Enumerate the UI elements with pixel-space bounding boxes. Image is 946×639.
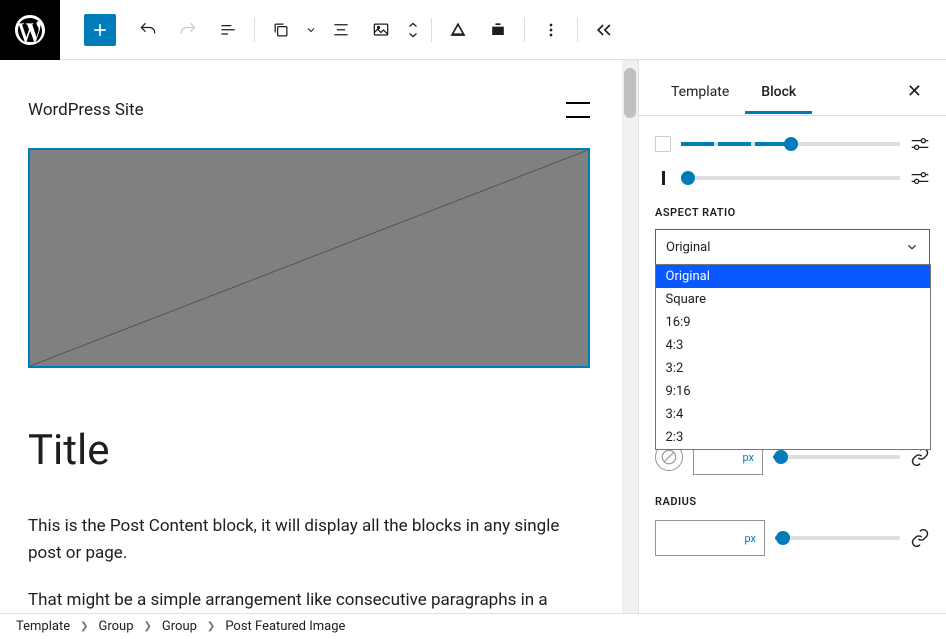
- dropdown-option[interactable]: 4:3: [656, 334, 930, 357]
- duotone-icon[interactable]: [440, 12, 476, 48]
- radius-slider[interactable]: [775, 536, 900, 540]
- wp-logo[interactable]: [0, 0, 60, 60]
- add-block-button[interactable]: [84, 14, 116, 46]
- chevron-down-icon[interactable]: [303, 12, 319, 48]
- aspect-ratio-label: ASPECT RATIO: [655, 206, 930, 219]
- settings-icon[interactable]: [910, 137, 930, 151]
- tab-template[interactable]: Template: [655, 70, 745, 114]
- post-content-paragraph[interactable]: That might be a simple arrangement like …: [28, 587, 610, 613]
- radius-label: RADIUS: [655, 495, 930, 508]
- redo-button[interactable]: [170, 12, 206, 48]
- dropdown-option[interactable]: 3:2: [656, 357, 930, 380]
- link-icon[interactable]: [910, 528, 930, 548]
- dropdown-option[interactable]: 9:16: [656, 380, 930, 403]
- style-slider-1[interactable]: [655, 136, 930, 152]
- radius-input[interactable]: px: [655, 520, 765, 556]
- aspect-ratio-select[interactable]: Original Original Square 16:9 4:3 3:2 9:…: [655, 229, 930, 265]
- close-icon[interactable]: ✕: [899, 73, 930, 110]
- style-slider-2[interactable]: [655, 170, 930, 186]
- document-overview-button[interactable]: [210, 12, 246, 48]
- more-options-icon[interactable]: [533, 12, 569, 48]
- align-icon[interactable]: [323, 12, 359, 48]
- crop-icon[interactable]: [480, 12, 516, 48]
- dropdown-option[interactable]: 16:9: [656, 311, 930, 334]
- dropdown-option[interactable]: Square: [656, 288, 930, 311]
- breadcrumb-item[interactable]: Post Featured Image: [225, 619, 345, 634]
- breadcrumb-item[interactable]: Group: [162, 619, 197, 634]
- image-icon[interactable]: [363, 12, 399, 48]
- breadcrumb: Template ❯ Group ❯ Group ❯ Post Featured…: [0, 613, 946, 639]
- move-up-down-icon[interactable]: [403, 12, 423, 48]
- link-icon[interactable]: [910, 447, 930, 467]
- site-title[interactable]: WordPress Site: [28, 100, 144, 120]
- post-content-paragraph[interactable]: This is the Post Content block, it will …: [28, 513, 610, 567]
- featured-image-block[interactable]: [28, 148, 590, 368]
- dropdown-option[interactable]: Original: [656, 265, 930, 288]
- settings-icon[interactable]: [910, 171, 930, 185]
- size-slider[interactable]: [773, 455, 900, 459]
- top-toolbar: [0, 0, 946, 60]
- settings-sidebar: Template Block ✕ ASPECT RA: [638, 60, 946, 613]
- undo-button[interactable]: [130, 12, 166, 48]
- copy-icon[interactable]: [263, 12, 299, 48]
- breadcrumb-item[interactable]: Group: [99, 619, 134, 634]
- tab-block[interactable]: Block: [745, 70, 812, 114]
- scrollbar[interactable]: [622, 60, 638, 613]
- collapse-toolbar-icon[interactable]: [586, 12, 622, 48]
- dropdown-option[interactable]: 3:4: [656, 403, 930, 426]
- aspect-ratio-dropdown: Original Square 16:9 4:3 3:2 9:16 3:4 2:…: [655, 264, 931, 450]
- post-title[interactable]: Title: [28, 426, 610, 475]
- dropdown-option[interactable]: 2:3: [656, 426, 930, 449]
- editor-canvas[interactable]: WordPress Site Title This is the Post Co…: [0, 60, 638, 613]
- breadcrumb-item[interactable]: Template: [16, 619, 70, 634]
- hamburger-icon[interactable]: [566, 102, 590, 118]
